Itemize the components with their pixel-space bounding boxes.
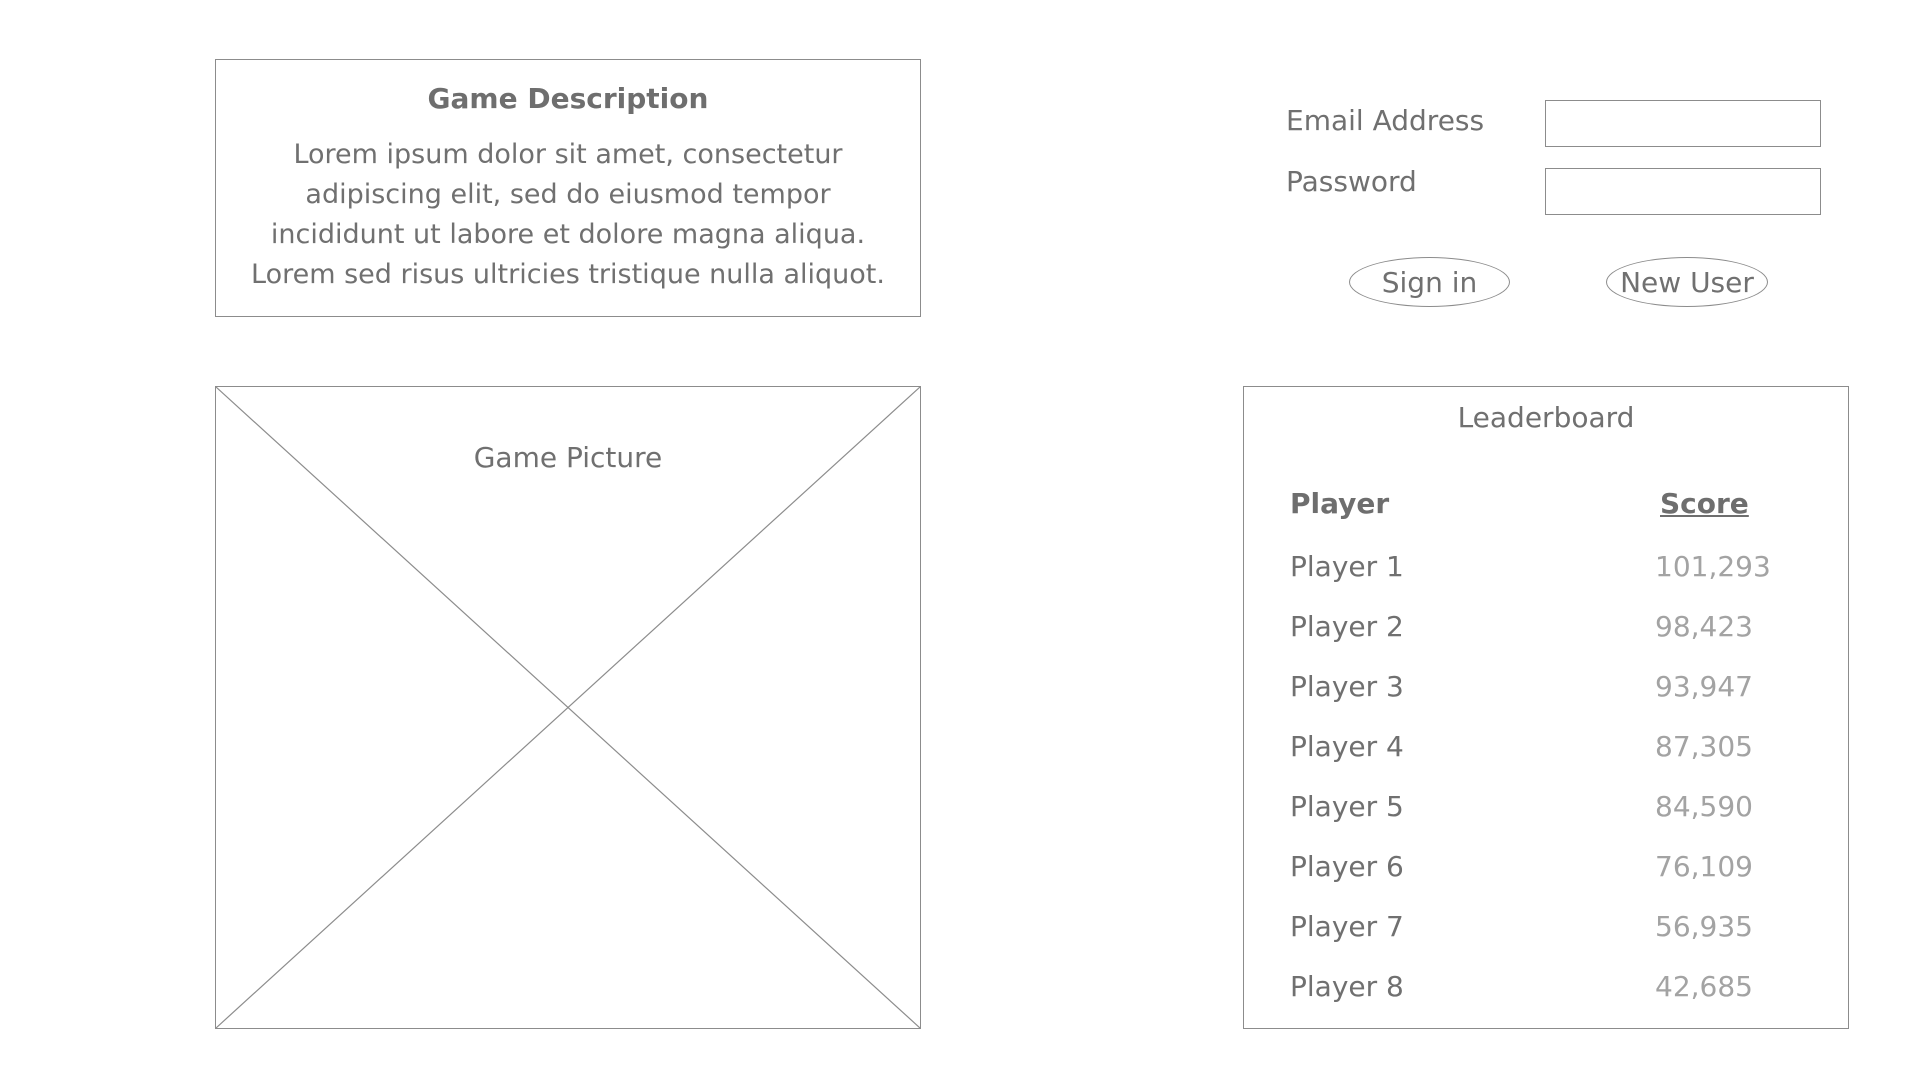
leaderboard-player-name: Player 7 xyxy=(1290,910,1404,943)
email-label: Email Address xyxy=(1286,104,1485,137)
game-description-title: Game Description xyxy=(427,82,709,115)
leaderboard-row: Player 4 87,305 xyxy=(1244,730,1848,770)
leaderboard-panel: Leaderboard Player Score Player 1 101,29… xyxy=(1243,386,1849,1029)
leaderboard-player-score: 93,947 xyxy=(1655,670,1753,703)
image-placeholder-icon xyxy=(216,387,920,1028)
game-description-panel: Game Description Lorem ipsum dolor sit a… xyxy=(215,59,921,317)
leaderboard-row: Player 8 42,685 xyxy=(1244,970,1848,1010)
new-user-button[interactable]: New User xyxy=(1606,257,1768,307)
leaderboard-row: Player 3 93,947 xyxy=(1244,670,1848,710)
leaderboard-title: Leaderboard xyxy=(1457,401,1635,434)
game-picture-label: Game Picture xyxy=(473,441,663,474)
leaderboard-player-score: 101,293 xyxy=(1655,550,1771,583)
email-field[interactable] xyxy=(1545,100,1821,147)
password-label: Password xyxy=(1286,165,1417,198)
password-field[interactable] xyxy=(1545,168,1821,215)
leaderboard-player-score: 87,305 xyxy=(1655,730,1753,763)
sign-in-button[interactable]: Sign in xyxy=(1349,257,1510,307)
leaderboard-header-score: Score xyxy=(1660,487,1749,520)
leaderboard-player-name: Player 1 xyxy=(1290,550,1404,583)
game-picture-placeholder: Game Picture xyxy=(215,386,921,1029)
leaderboard-player-score: 76,109 xyxy=(1655,850,1753,883)
leaderboard-player-score: 56,935 xyxy=(1655,910,1753,943)
leaderboard-player-name: Player 8 xyxy=(1290,970,1404,1003)
leaderboard-player-score: 42,685 xyxy=(1655,970,1753,1003)
leaderboard-row: Player 7 56,935 xyxy=(1244,910,1848,950)
leaderboard-player-name: Player 5 xyxy=(1290,790,1404,823)
game-description-text: Lorem ipsum dolor sit amet, consectetur … xyxy=(251,139,885,290)
leaderboard-player-score: 84,590 xyxy=(1655,790,1753,823)
leaderboard-header-player: Player xyxy=(1290,487,1390,520)
leaderboard-player-name: Player 6 xyxy=(1290,850,1404,883)
leaderboard-player-name: Player 4 xyxy=(1290,730,1404,763)
leaderboard-row: Player 2 98,423 xyxy=(1244,610,1848,650)
leaderboard-player-score: 98,423 xyxy=(1655,610,1753,643)
leaderboard-row: Player 6 76,109 xyxy=(1244,850,1848,890)
leaderboard-player-name: Player 2 xyxy=(1290,610,1404,643)
leaderboard-row: Player 5 84,590 xyxy=(1244,790,1848,830)
leaderboard-player-name: Player 3 xyxy=(1290,670,1404,703)
leaderboard-row: Player 1 101,293 xyxy=(1244,550,1848,590)
